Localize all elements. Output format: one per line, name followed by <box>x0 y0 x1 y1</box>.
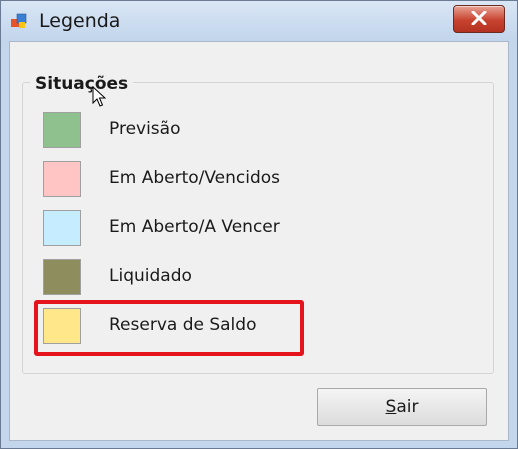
dialog-client-area: Situações Previsão Em Aberto/Vencidos Em… <box>9 41 509 441</box>
color-swatch <box>43 259 81 295</box>
color-swatch <box>43 210 81 246</box>
title-bar[interactable]: Legenda <box>1 1 517 41</box>
legend-item-liquidado: Liquidado <box>43 259 423 299</box>
window-title: Legenda <box>39 10 121 32</box>
sair-button[interactable]: Sair <box>317 388 487 426</box>
close-button[interactable] <box>453 5 505 33</box>
close-icon <box>471 11 487 25</box>
sair-accelerator-key: S <box>385 397 397 417</box>
legend-label: Em Aberto/A Vencer <box>109 217 280 237</box>
group-title: Situações <box>30 74 134 94</box>
legend-label: Liquidado <box>109 266 192 286</box>
legend-window: Legenda Situações Previsão Em Aberto/Ven… <box>0 0 518 449</box>
legend-label: Em Aberto/Vencidos <box>109 168 281 188</box>
legend-label: Previsão <box>109 119 181 139</box>
legend-item-em-aberto-a-vencer: Em Aberto/A Vencer <box>43 210 423 250</box>
legend-item-previsao: Previsão <box>43 112 423 152</box>
mouse-cursor-icon <box>92 86 106 107</box>
sair-label: air <box>396 397 419 417</box>
highlight-box <box>34 300 304 356</box>
app-window-icon <box>11 13 27 28</box>
color-swatch <box>43 161 81 197</box>
color-swatch <box>43 112 81 148</box>
legend-item-em-aberto-vencidos: Em Aberto/Vencidos <box>43 161 423 201</box>
